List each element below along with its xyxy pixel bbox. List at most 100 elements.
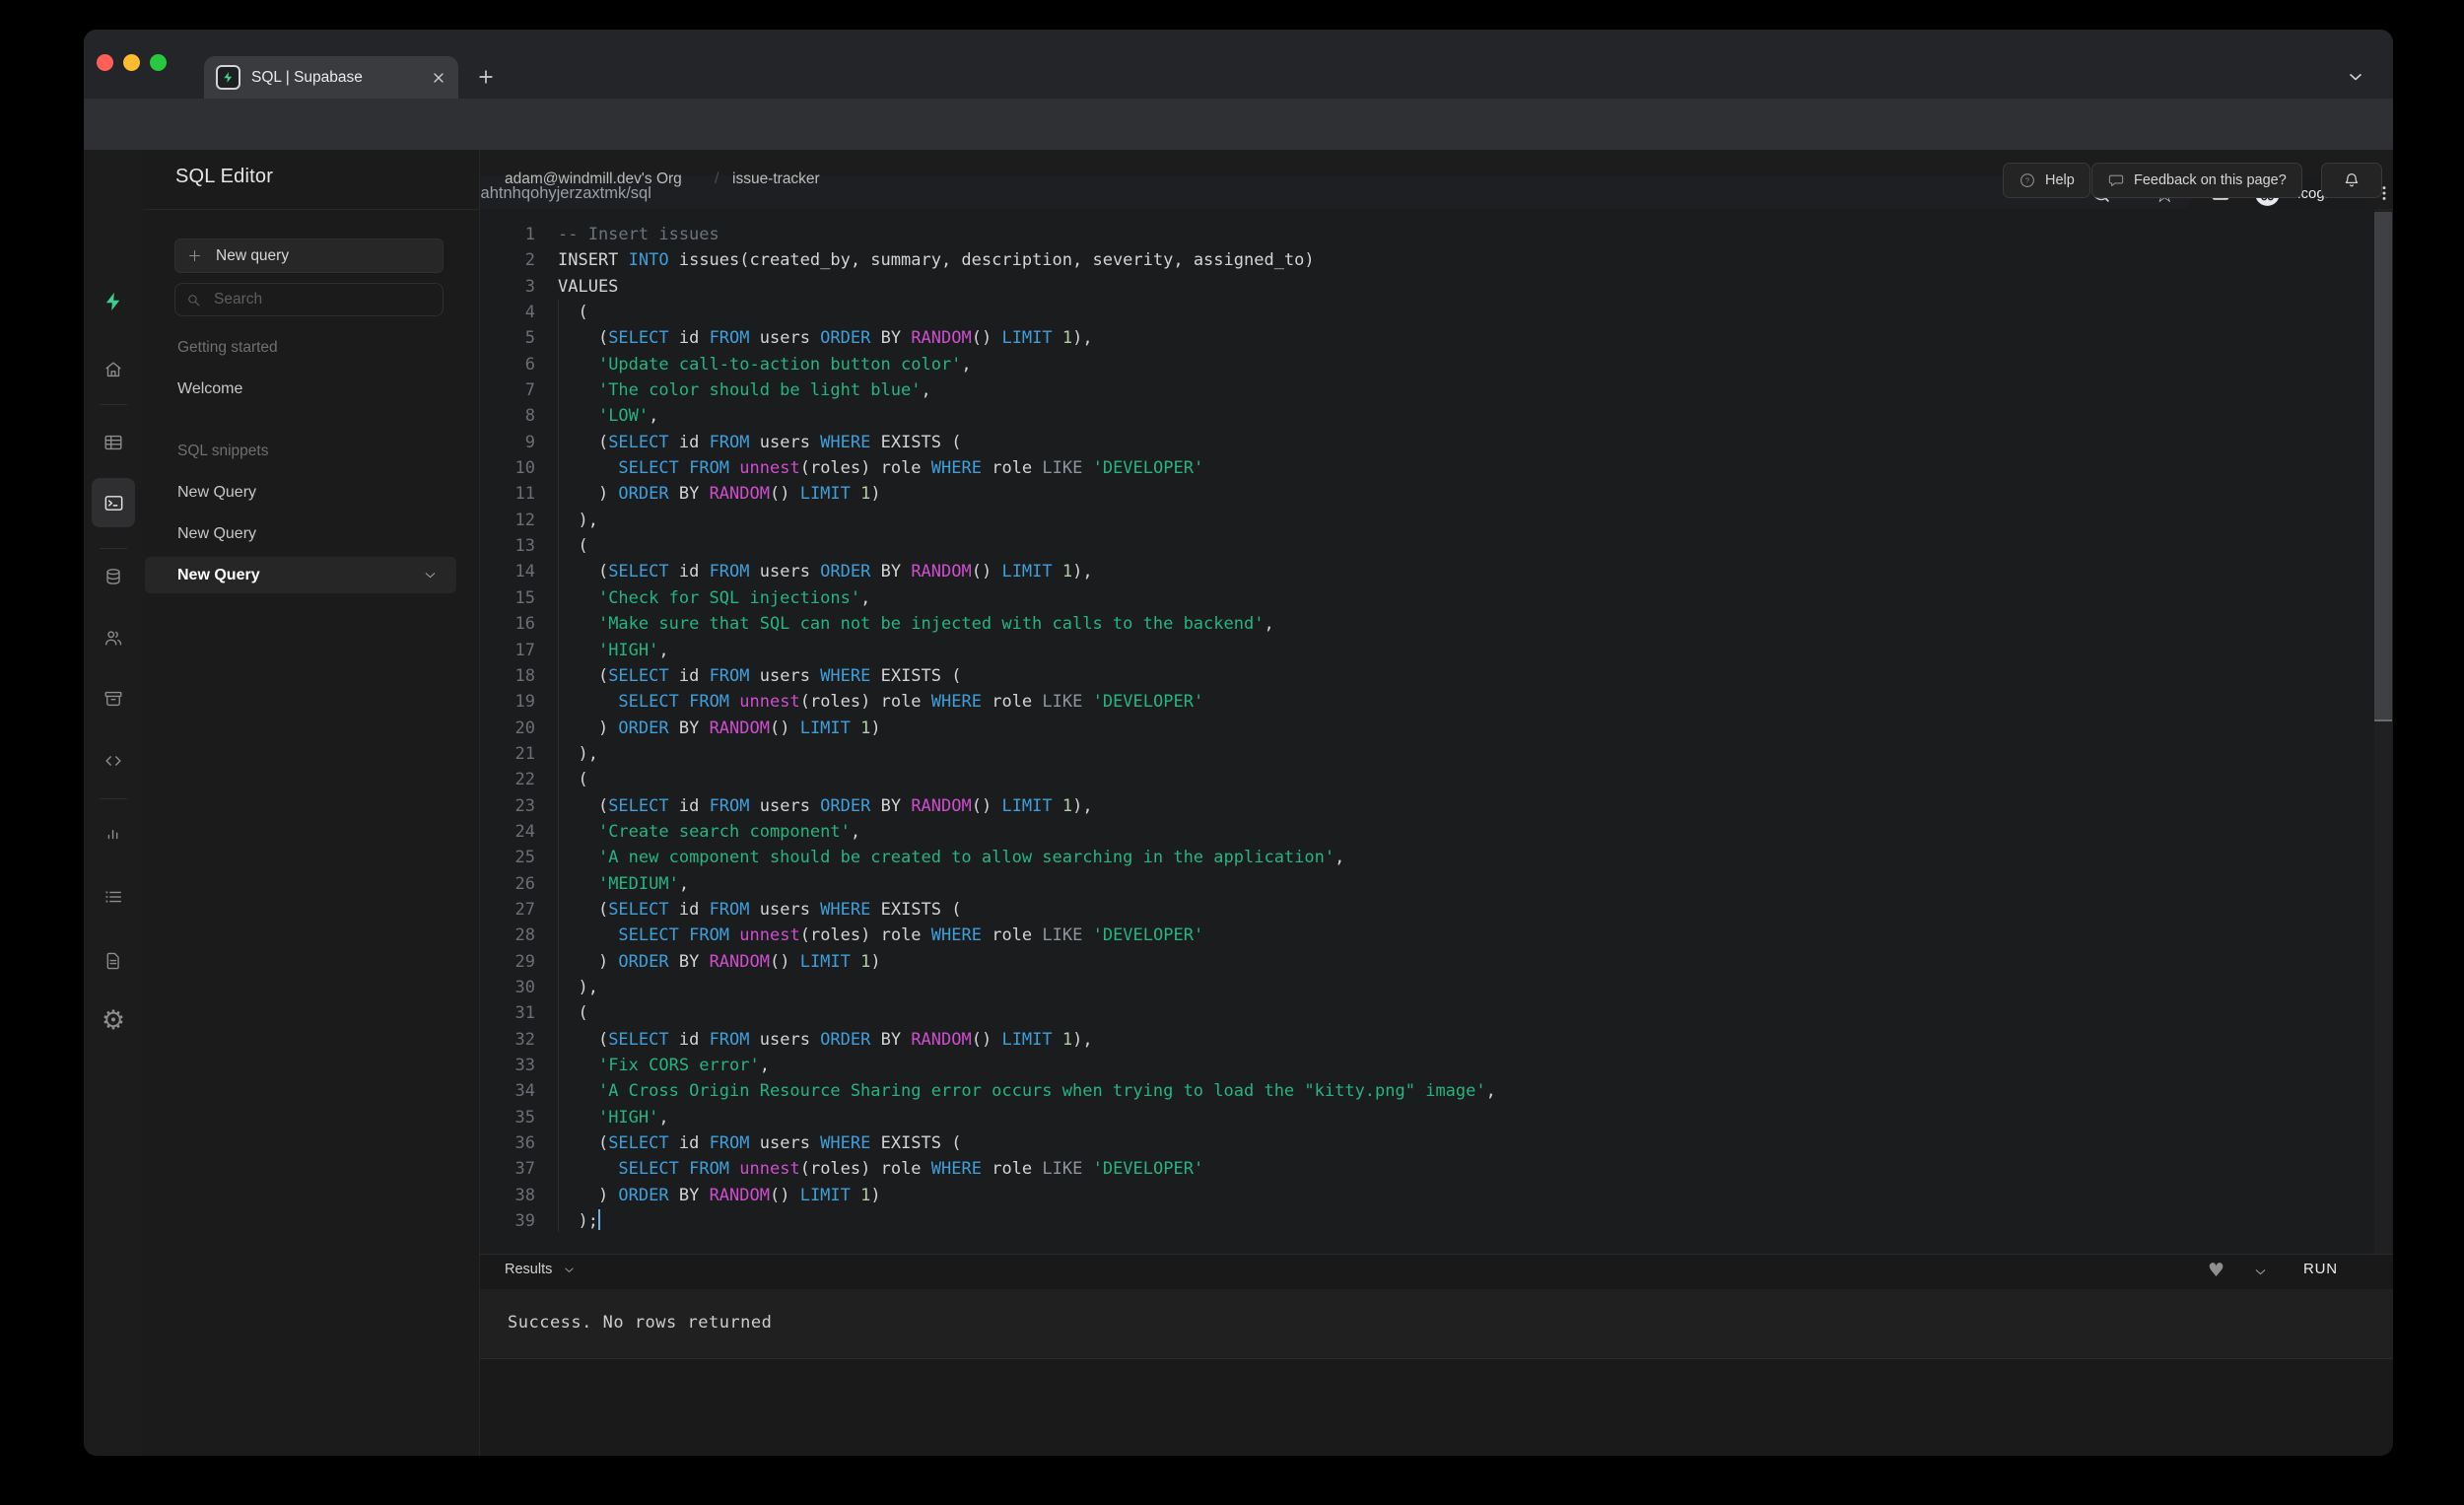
code-line: 12 ),: [480, 508, 2374, 533]
line-number: 35: [514, 1107, 535, 1128]
code-line: 33 'Fix CORS error',: [480, 1053, 2374, 1078]
new-tab-button[interactable]: [471, 62, 501, 92]
tab-search-chevron-icon[interactable]: [2346, 67, 2365, 92]
supabase-bolt-icon: [105, 292, 120, 311]
line-number: 16: [514, 614, 535, 635]
rail-logs-icon[interactable]: [103, 886, 124, 908]
code-line: 6 'Update call-to-action button color',: [480, 352, 2374, 377]
chevron-down-icon: [565, 1266, 575, 1272]
active-snippet-label: New Query: [177, 566, 260, 583]
rail-edge-functions-icon[interactable]: [103, 750, 124, 772]
breadcrumb-project[interactable]: issue-tracker: [732, 171, 820, 188]
indent-guide: [558, 300, 559, 1232]
results-label: Results: [505, 1262, 553, 1277]
new-query-button[interactable]: New query: [174, 239, 444, 273]
page-title: SQL Editor: [175, 166, 274, 187]
run-button[interactable]: RUN: [2303, 1261, 2338, 1277]
supabase-logo[interactable]: [103, 291, 124, 312]
code-line: 19 SELECT FROM unnest(roles) role WHERE …: [480, 689, 2374, 715]
code-line: 24 'Create search component',: [480, 819, 2374, 845]
code-line: 16 'Make sure that SQL can not be inject…: [480, 611, 2374, 637]
browser-window: SQL | Supabase app.supabase.com/project/…: [84, 30, 2393, 1456]
code-line: 21 ),: [480, 741, 2374, 767]
rail-divider: [100, 404, 127, 405]
results-dropdown[interactable]: Results: [505, 1262, 577, 1277]
line-number: 10: [514, 458, 535, 479]
line-number: 4: [524, 303, 535, 323]
code-line: 23 (SELECT id FROM users ORDER BY RANDOM…: [480, 793, 2374, 819]
line-number: 7: [524, 380, 535, 401]
line-number: 24: [514, 821, 535, 842]
run-options-chevron-icon[interactable]: [2252, 1264, 2269, 1285]
rail-reports-icon[interactable]: [103, 822, 124, 844]
rail-storage-icon[interactable]: [103, 688, 124, 710]
code-line: 38 ) ORDER BY RANDOM() LIMIT 1): [480, 1183, 2374, 1208]
notifications-button[interactable]: [2321, 163, 2382, 198]
sidebar-item-welcome[interactable]: Welcome: [177, 380, 242, 398]
favorite-heart-icon[interactable]: ♥: [2208, 1260, 2224, 1281]
rail-table-editor-icon[interactable]: [103, 432, 124, 453]
supabase-favicon: [216, 65, 240, 90]
window-close-button[interactable]: [97, 54, 113, 71]
text-cursor: [597, 1209, 600, 1231]
help-button[interactable]: ? Help: [2003, 163, 2090, 198]
line-number: 1: [524, 225, 535, 244]
rail-sql-editor-active[interactable]: [92, 478, 135, 527]
line-number: 20: [514, 718, 535, 738]
browser-tab[interactable]: SQL | Supabase: [204, 56, 458, 99]
feedback-button[interactable]: Feedback on this page?: [2091, 163, 2302, 198]
line-number: 26: [514, 873, 535, 894]
code-line: 10 SELECT FROM unnest(roles) role WHERE …: [480, 455, 2374, 481]
rail-auth-users-icon[interactable]: [103, 627, 124, 649]
line-number: 39: [514, 1211, 535, 1232]
window-minimize-button[interactable]: [123, 54, 140, 71]
sidebar-item-snippet-active[interactable]: New Query: [145, 557, 456, 593]
search-input[interactable]: Search: [174, 283, 444, 316]
code-line: 17 'HIGH',: [480, 638, 2374, 663]
code-lines: 1 -- Insert issues 2 INSERT INTO issues(cre…: [480, 222, 2374, 1234]
line-number: 13: [514, 536, 535, 557]
code-line: 27 (SELECT id FROM users WHERE EXISTS (: [480, 897, 2374, 923]
line-number: 8: [524, 406, 535, 427]
rail-settings-gear-icon[interactable]: ⚙: [102, 1007, 125, 1034]
line-number: 22: [514, 770, 535, 790]
line-number: 32: [514, 1029, 535, 1050]
code-line: 1 -- Insert issues: [480, 222, 2374, 247]
line-number: 33: [514, 1056, 535, 1075]
line-number: 28: [514, 925, 535, 946]
rail-database-icon[interactable]: [103, 566, 124, 587]
results-footer: [480, 1358, 2393, 1456]
line-number: 6: [524, 354, 535, 375]
code-line: 25 'A new component should be created to…: [480, 845, 2374, 870]
code-line: 3 VALUES: [480, 274, 2374, 300]
line-number: 18: [514, 665, 535, 686]
feedback-button-label: Feedback on this page?: [2134, 172, 2287, 188]
code-line: 15 'Check for SQL injections',: [480, 585, 2374, 611]
rail-api-docs-icon[interactable]: [103, 950, 124, 972]
chevron-down-icon[interactable]: [422, 567, 439, 583]
code-line: 26 'MEDIUM',: [480, 871, 2374, 897]
code-line: 30 ),: [480, 975, 2374, 1000]
line-number: 21: [514, 743, 535, 764]
line-number: 15: [514, 587, 535, 608]
line-number: 34: [514, 1081, 535, 1102]
breadcrumb-org[interactable]: adam@windmill.dev's Org: [505, 171, 682, 188]
supabase-bolt-icon: [224, 72, 233, 83]
code-line: 22 (: [480, 767, 2374, 792]
sql-code-editor[interactable]: 1 -- Insert issues 2 INSERT INTO issues(cre…: [480, 209, 2374, 1254]
sidebar-item-snippet-2[interactable]: New Query: [177, 525, 256, 543]
line-number: 12: [514, 510, 535, 530]
code-line: 39 );: [480, 1208, 2374, 1234]
editor-scrollbar[interactable]: [2374, 209, 2392, 1254]
window-zoom-button[interactable]: [150, 54, 167, 71]
code-line: 4 (: [480, 300, 2374, 325]
screenshot-canvas: SQL | Supabase app.supabase.com/project/…: [0, 0, 2464, 1505]
line-number: 14: [514, 562, 535, 582]
rail-home-icon[interactable]: [103, 359, 124, 380]
line-number: 31: [514, 1003, 535, 1024]
line-number: 3: [524, 276, 535, 297]
scrollbar-thumb[interactable]: [2374, 212, 2392, 721]
tab-close-icon[interactable]: [431, 70, 446, 86]
sidebar-item-snippet-1[interactable]: New Query: [177, 484, 256, 502]
section-sql-snippets: SQL snippets: [177, 443, 269, 459]
